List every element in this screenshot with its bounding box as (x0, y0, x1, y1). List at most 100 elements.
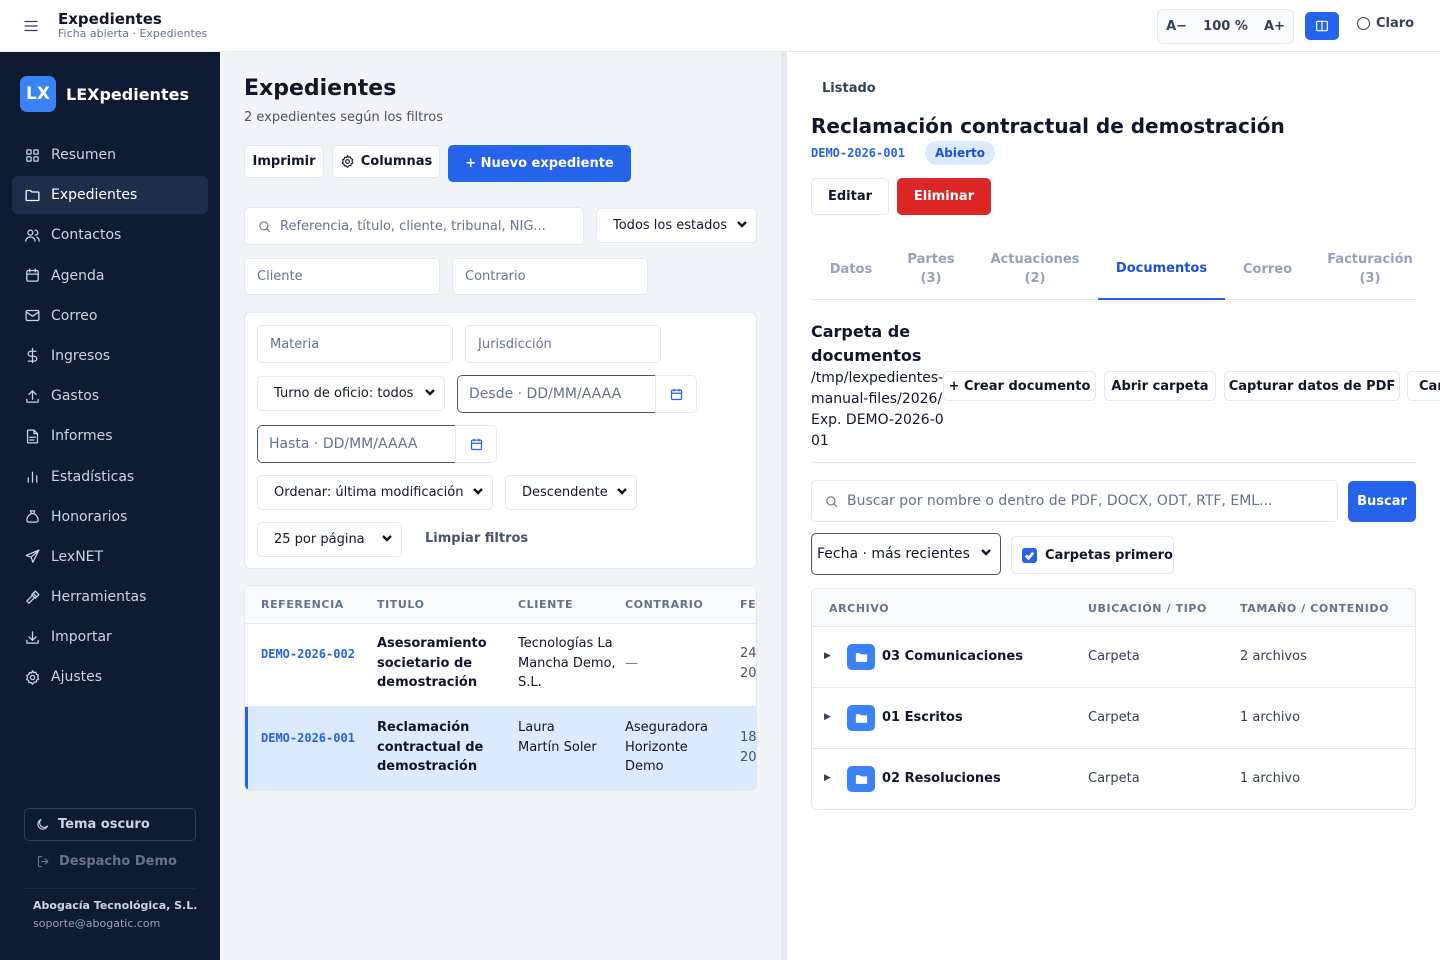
file-type: Carpeta (1088, 710, 1140, 725)
tab-label: Correo (1242, 261, 1293, 277)
subject-input[interactable]: Materia (257, 325, 453, 363)
sidebar-item-agenda[interactable]: Agenda (12, 257, 208, 295)
column-header[interactable]: CONTRARIO (625, 598, 703, 611)
font-increase-button[interactable]: A+ (1264, 19, 1285, 34)
sidebar-item-ingresos[interactable]: Ingresos (12, 337, 208, 375)
case-ref[interactable]: DEMO-2026-002 (261, 645, 361, 663)
from-date-field: Desde · DD/MM/AAAA (457, 375, 697, 413)
opponent-placeholder: Contrario (465, 269, 526, 284)
delete-button[interactable]: Eliminar (897, 178, 991, 215)
tab-documentos[interactable]: Documentos (1098, 238, 1225, 300)
sidebar-item-honorarios[interactable]: Honorarios (12, 498, 208, 536)
document-sort-select[interactable]: Fecha · más recientes (811, 533, 1001, 575)
brand[interactable]: LX LEXpedientes (20, 76, 189, 112)
sidebar-item-herramientas[interactable]: Herramientas (12, 578, 208, 616)
logout-label: Despacho Demo (59, 854, 177, 869)
table-row[interactable]: DEMO-2026-001 Reclamación contractual de… (245, 707, 756, 790)
edit-button[interactable]: Editar (811, 178, 889, 215)
opponent-input[interactable]: Contrario (452, 258, 648, 295)
case-date: 24 20 (740, 646, 757, 681)
file-name: 02 Resoluciones (882, 771, 1001, 786)
support-email[interactable]: soporte@abogatic.com (33, 917, 160, 930)
send-icon (24, 548, 41, 565)
tab-datos[interactable]: Datos (811, 238, 891, 300)
folder-icon (24, 187, 41, 204)
case-ref[interactable]: DEMO-2026-001 (261, 729, 361, 747)
dark-theme-button[interactable]: Tema oscuro (24, 808, 196, 841)
expand-triangle-icon[interactable]: ▶ (824, 651, 831, 661)
tab-facturacion[interactable]: Facturación (3) (1317, 238, 1423, 300)
from-date-picker-button[interactable] (655, 375, 697, 413)
capture-pdf-button[interactable]: Capturar datos de PDF (1224, 371, 1400, 401)
column-header[interactable]: TITULO (377, 598, 425, 611)
tab-partes[interactable]: Partes (3) (891, 238, 971, 300)
folder-row[interactable]: ▶ 03 Comunicaciones Carpeta 2 archivos (812, 627, 1415, 688)
sidebar-item-ajustes[interactable]: Ajustes (12, 658, 208, 696)
sidebar-item-label: Ajustes (51, 669, 103, 686)
sidebar-item-resumen[interactable]: Resumen (12, 136, 208, 174)
new-case-button[interactable]: + Nuevo expediente (448, 145, 631, 182)
sidebar-item-label: Resumen (51, 147, 117, 163)
zoom-level: 100 % (1203, 19, 1248, 34)
folder-icon (847, 766, 875, 792)
expand-triangle-icon[interactable]: ▶ (824, 712, 831, 722)
theme-toggle[interactable]: Claro (1357, 16, 1414, 31)
sidebar-item-label: Agenda (51, 267, 105, 284)
folders-first-checkbox[interactable]: Carpetas primero (1011, 536, 1174, 574)
menu-icon[interactable] (22, 17, 40, 35)
split-layout-button[interactable] (1305, 12, 1339, 40)
column-header[interactable]: REFERENCIA (261, 598, 344, 611)
document-search-input[interactable]: Buscar por nombre o dentro de PDF, DOCX,… (811, 480, 1338, 522)
open-folder-button[interactable]: Abrir carpeta (1104, 371, 1216, 401)
expand-triangle-icon[interactable]: ▶ (824, 773, 831, 783)
sidebar-item-importar[interactable]: Importar (12, 618, 208, 656)
sidebar-item-label: Gastos (51, 388, 100, 405)
logout-button[interactable]: Despacho Demo (36, 854, 177, 869)
folder-row[interactable]: ▶ 02 Resoluciones Carpeta 1 archivo (812, 749, 1415, 809)
sidebar-item-expedientes[interactable]: Expedientes (12, 176, 208, 215)
column-header[interactable]: TAMAÑO / CONTENIDO (1240, 602, 1389, 615)
status-select[interactable]: Todos los estados (596, 208, 757, 243)
tab-actuaciones[interactable]: Actuaciones (2) (971, 238, 1099, 300)
sidebar-item-informes[interactable]: Informes (12, 417, 208, 455)
column-header[interactable]: UBICACIÓN / TIPO (1088, 602, 1207, 615)
back-to-list-link[interactable]: Listado (822, 81, 876, 96)
document-search-button[interactable]: Buscar (1348, 481, 1416, 522)
sidebar-item-correo[interactable]: Correo (12, 297, 208, 335)
jurisdiction-input[interactable]: Jurisdicción (465, 325, 661, 363)
search-input[interactable]: Referencia, título, cliente, tribunal, N… (244, 207, 584, 245)
file-size: 2 archivos (1240, 649, 1307, 664)
create-document-button[interactable]: + Crear documento (943, 371, 1096, 401)
tab-label: Actuaciones (990, 252, 1080, 267)
font-decrease-button[interactable]: A− (1166, 19, 1187, 34)
print-button[interactable]: Imprimir (244, 145, 324, 178)
to-date-input[interactable]: Hasta · DD/MM/AAAA (257, 425, 455, 463)
to-date-picker-button[interactable] (455, 425, 497, 463)
per-page-select[interactable]: 25 por página (257, 522, 402, 557)
more-actions-button[interactable]: Car (1407, 371, 1440, 401)
order-select[interactable]: Ordenar: última modificación (257, 475, 493, 510)
duty-select[interactable]: Turno de oficio: todos (257, 376, 445, 411)
theme-label: Claro (1376, 16, 1415, 31)
sidebar-item-lexnet[interactable]: LexNET (12, 538, 208, 576)
columns-button[interactable]: Columnas (332, 145, 440, 178)
column-header[interactable]: FE (740, 598, 756, 611)
chevron-down-icon (736, 218, 748, 234)
clear-filters-button[interactable]: Limpiar filtros (425, 531, 528, 546)
sidebar-item-gastos[interactable]: Gastos (12, 377, 208, 415)
table-row[interactable]: DEMO-2026-002 Asesoramiento societario d… (245, 624, 756, 707)
search-icon (824, 494, 839, 509)
tab-label: Datos (829, 261, 873, 277)
client-input[interactable]: Cliente (244, 258, 440, 295)
tab-label: Facturación (1327, 252, 1413, 267)
from-date-input[interactable]: Desde · DD/MM/AAAA (457, 375, 655, 413)
tab-correo[interactable]: Correo (1225, 238, 1310, 300)
folder-row[interactable]: ▶ 01 Escritos Carpeta 1 archivo (812, 688, 1415, 749)
column-header[interactable]: CLIENTE (518, 598, 573, 611)
breadcrumb: Ficha abierta · Expedientes (58, 27, 208, 40)
column-header[interactable]: ARCHIVO (829, 602, 889, 615)
direction-select[interactable]: Descendente (505, 475, 637, 510)
case-title: Reclamación contractual de demostración (377, 720, 484, 774)
sidebar-item-contactos[interactable]: Contactos (12, 216, 208, 254)
sidebar-item-estadisticas[interactable]: Estadísticas (12, 458, 208, 496)
